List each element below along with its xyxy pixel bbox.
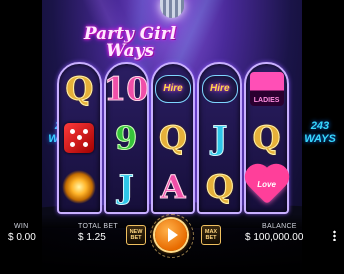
symbol-text: Q: [65, 69, 94, 108]
dice-symbol: [59, 117, 99, 159]
menu-dots-icon[interactable]: [333, 230, 336, 241]
balance-value: $ 100,000.00: [245, 232, 304, 243]
heart-label: Love: [257, 180, 276, 190]
game-screen: Party Girl Ways 243 WAYS 243 WAYS Q109JH…: [0, 0, 344, 274]
love-heart-symbol: Love: [247, 166, 287, 208]
heart-icon: Love: [248, 167, 285, 205]
spin-button[interactable]: [155, 219, 187, 251]
reel-1: Q: [57, 62, 102, 214]
total-bet-value: $ 1.25: [78, 232, 106, 243]
q-symbol: Q: [153, 117, 193, 159]
new-bet-button[interactable]: NEW BET: [126, 225, 146, 245]
symbol-text: J: [212, 118, 228, 157]
dice-icon: [64, 122, 95, 153]
ways-right-number: 243: [310, 120, 330, 132]
hire-badge: Hire: [201, 74, 238, 103]
bokeh-icon: [62, 170, 97, 205]
symbol-text: Q: [252, 118, 281, 157]
ten-symbol: 10: [103, 68, 149, 110]
q-symbol: Q: [59, 68, 99, 110]
reel-3: Hire Q A: [150, 62, 196, 214]
j-symbol: J: [200, 117, 240, 159]
q-symbol: Q: [247, 117, 287, 159]
ways-right-label: WAYS: [304, 133, 336, 145]
symbol-text: J: [118, 168, 134, 207]
logo-line-2: Ways: [105, 41, 155, 61]
max-bet-button[interactable]: MAX BET: [201, 225, 221, 245]
reel-4: Hire J Q: [197, 62, 243, 214]
symbol-text: 10: [103, 69, 149, 108]
balance-label: BALANCE: [262, 223, 297, 230]
symbol-text: Q: [159, 118, 188, 157]
hire-symbol: Hire: [200, 68, 240, 110]
bokeh-lights-symbol: [59, 166, 99, 208]
symbol-text: Q: [205, 168, 234, 207]
win-value: $ 0.00: [8, 232, 36, 243]
game-logo: Party Girl Ways: [64, 26, 196, 60]
win-label: WIN: [14, 223, 29, 230]
reel-grid: Q 10 9 J Hire Q A Hire J Q LADIES Q Love: [56, 62, 290, 214]
ways-badge-right: 243 WAYS: [300, 120, 340, 146]
hire-badge: Hire: [154, 74, 191, 103]
q-symbol: Q: [200, 166, 240, 208]
j-symbol: J: [106, 166, 146, 208]
ladies-symbol: LADIES: [247, 68, 287, 110]
a-symbol: A: [153, 166, 193, 208]
nine-symbol: 9: [106, 117, 146, 159]
total-bet-label: TOTAL BET: [78, 223, 118, 230]
symbol-text: 9: [115, 118, 138, 157]
reel-5: LADIES Q Love: [244, 62, 289, 214]
ladies-label: LADIES: [253, 96, 280, 104]
ladies-icon: LADIES: [249, 71, 284, 106]
hire-symbol: Hire: [153, 68, 193, 110]
reel-2: 10 9 J: [103, 62, 149, 214]
symbol-text: A: [160, 168, 186, 207]
